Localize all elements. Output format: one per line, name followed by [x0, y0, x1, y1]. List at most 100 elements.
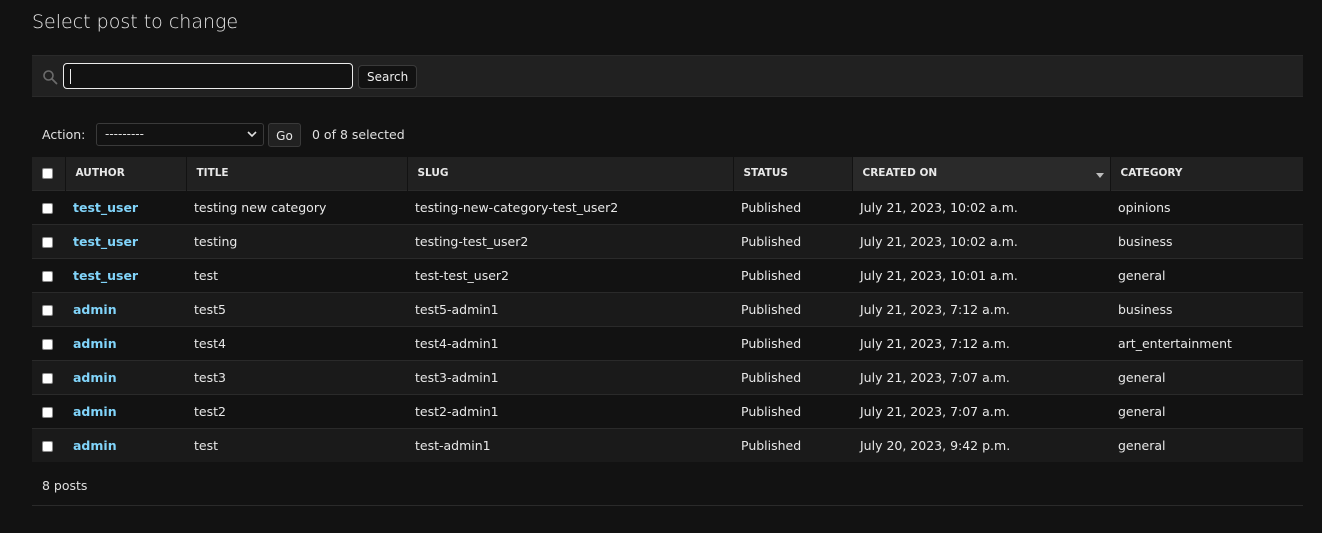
table-row: admin test4 test4-admin1 Published July 21, … — [32, 325, 1303, 360]
column-header-category[interactable]: Category — [1109, 157, 1303, 190]
category-cell: general — [1110, 393, 1303, 428]
actions-bar: Action: --------- Go 0 of 8 selected — [32, 122, 1303, 148]
row-checkbox[interactable] — [42, 270, 53, 282]
slug-cell: test-test_user2 — [407, 257, 733, 292]
row-checkbox[interactable] — [42, 236, 53, 248]
title-cell: test — [186, 427, 407, 462]
table-row: test_user test test-test_user2 Published Jul… — [32, 257, 1303, 292]
table-row: admin test3 test3-admin1 Published July 21, … — [32, 359, 1303, 394]
author-link[interactable]: admin — [73, 404, 117, 419]
select-all-checkbox[interactable] — [42, 167, 53, 179]
category-cell: general — [1110, 427, 1303, 462]
column-header-slug[interactable]: Slug — [406, 157, 733, 190]
author-cell: test_user — [65, 223, 186, 258]
status-cell: Published — [733, 325, 852, 360]
created-on-cell: July 21, 2023, 7:07 a.m. — [852, 393, 1110, 428]
search-icon — [43, 70, 58, 85]
author-link[interactable]: test_user — [73, 268, 138, 283]
selected-count: 0 of 8 selected — [312, 127, 405, 142]
title-cell: testing new category — [186, 189, 407, 224]
table-body: test_user testing new category testing-new… — [32, 189, 1303, 462]
row-checkbox-cell — [32, 189, 65, 224]
result-count: 8 posts — [42, 478, 88, 493]
column-header-created-on-label: Created on — [862, 167, 938, 180]
slug-cell: testing-test_user2 — [407, 223, 733, 258]
slug-cell: test4-admin1 — [407, 325, 733, 360]
author-cell: test_user — [65, 257, 186, 292]
category-cell: opinions — [1110, 189, 1303, 224]
status-cell: Published — [733, 359, 852, 394]
title-cell: test4 — [186, 325, 407, 360]
page: Select post to change Search Action: ---… — [0, 0, 1322, 533]
table-row: admin test test-admin1 Published July 20, 20… — [32, 427, 1303, 462]
author-cell: admin — [65, 393, 186, 428]
status-cell: Published — [733, 393, 852, 428]
author-link[interactable]: admin — [73, 302, 117, 317]
created-on-cell: July 21, 2023, 7:12 a.m. — [852, 325, 1110, 360]
title-cell: testing — [186, 223, 407, 258]
category-cell: business — [1110, 223, 1303, 258]
row-checkbox[interactable] — [42, 202, 53, 214]
table-row: admin test2 test2-admin1 Published July 21, … — [32, 393, 1303, 428]
author-link[interactable]: admin — [73, 438, 117, 453]
slug-cell: test5-admin1 — [407, 291, 733, 326]
author-link[interactable]: admin — [73, 370, 117, 385]
row-checkbox[interactable] — [42, 304, 53, 316]
text-caret — [70, 69, 71, 84]
search-button[interactable]: Search — [358, 65, 418, 89]
sort-descending-icon[interactable] — [1095, 173, 1104, 178]
category-cell: general — [1110, 257, 1303, 292]
category-cell: art_entertainment — [1110, 325, 1303, 360]
table-row: test_user testing testing-test_user2 Publis… — [32, 223, 1303, 258]
author-cell: admin — [65, 325, 186, 360]
row-checkbox[interactable] — [42, 372, 53, 384]
action-label: Action: — [42, 127, 86, 142]
status-cell: Published — [733, 257, 852, 292]
go-button[interactable]: Go — [268, 123, 301, 147]
title-cell: test3 — [186, 359, 407, 394]
category-cell: general — [1110, 359, 1303, 394]
created-on-cell: July 21, 2023, 10:02 a.m. — [852, 189, 1110, 224]
row-checkbox-cell — [32, 257, 65, 292]
created-on-cell: July 21, 2023, 10:01 a.m. — [852, 257, 1110, 292]
row-checkbox-cell — [32, 325, 65, 360]
table-row: test_user testing new category testing-new… — [32, 189, 1303, 224]
created-on-cell: July 21, 2023, 10:02 a.m. — [852, 223, 1110, 258]
select-all-checkbox-cell — [32, 157, 65, 190]
column-header-created-on[interactable]: Created on — [851, 157, 1110, 190]
paginator: 8 posts — [32, 463, 1303, 506]
author-cell: admin — [65, 291, 186, 326]
row-checkbox-cell — [32, 359, 65, 394]
search-input[interactable] — [63, 63, 353, 89]
table-header-row: Author Title Slug Status Created on Cate… — [32, 157, 1303, 190]
author-link[interactable]: test_user — [73, 200, 138, 215]
status-cell: Published — [733, 189, 852, 224]
column-header-status[interactable]: Status — [732, 157, 852, 190]
category-cell: business — [1110, 291, 1303, 326]
title-cell: test — [186, 257, 407, 292]
created-on-cell: July 21, 2023, 7:12 a.m. — [852, 291, 1110, 326]
slug-cell: test3-admin1 — [407, 359, 733, 394]
action-select[interactable]: --------- — [96, 123, 264, 146]
row-checkbox-cell — [32, 291, 65, 326]
author-cell: admin — [65, 359, 186, 394]
row-checkbox-cell — [32, 393, 65, 428]
page-title: Select post to change — [32, 11, 239, 33]
column-header-title[interactable]: Title — [185, 157, 407, 190]
row-checkbox-cell — [32, 427, 65, 462]
author-link[interactable]: test_user — [73, 234, 138, 249]
row-checkbox-cell — [32, 223, 65, 258]
row-checkbox[interactable] — [42, 406, 53, 418]
author-cell: test_user — [65, 189, 186, 224]
status-cell: Published — [733, 291, 852, 326]
results-table: Author Title Slug Status Created on Cate… — [32, 157, 1303, 462]
title-cell: test2 — [186, 393, 407, 428]
author-link[interactable]: admin — [73, 336, 117, 351]
row-checkbox[interactable] — [42, 440, 53, 452]
created-on-cell: July 20, 2023, 9:42 p.m. — [852, 427, 1110, 462]
chevron-down-icon — [247, 131, 257, 138]
row-checkbox[interactable] — [42, 338, 53, 350]
slug-cell: test-admin1 — [407, 427, 733, 462]
column-header-author[interactable]: Author — [64, 157, 186, 190]
slug-cell: test2-admin1 — [407, 393, 733, 428]
